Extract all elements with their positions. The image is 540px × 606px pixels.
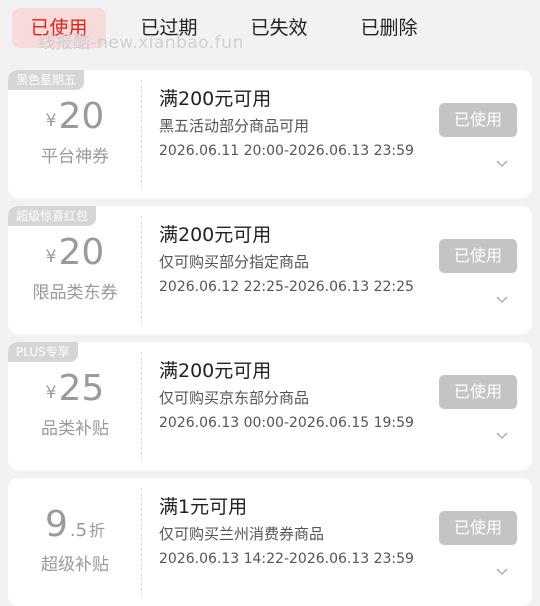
- discount-value: 9: [44, 504, 68, 545]
- used-status-button[interactable]: 已使用: [439, 103, 517, 137]
- coupon-type-label: 平台神券: [41, 147, 109, 167]
- chevron-down-icon[interactable]: [495, 428, 509, 442]
- amount-value: 20: [58, 232, 105, 273]
- discount-unit: 折: [89, 521, 106, 540]
- coupon-value-panel: ¥25 品类补贴: [8, 352, 142, 464]
- divider: [141, 80, 142, 188]
- coupon-scope: 仅可购买兰州消费券商品: [159, 525, 325, 543]
- watermark: 线报酷-new.xianbao.fun: [38, 33, 244, 53]
- coupon-scope: 仅可购买京东部分商品: [159, 389, 310, 407]
- coupon-validity: 2026.06.13 00:00-2026.06.15 19:59: [159, 415, 414, 431]
- used-status-button[interactable]: 已使用: [439, 375, 517, 409]
- amount-value: 25: [58, 368, 105, 409]
- divider: [141, 488, 142, 596]
- coupon-type-label: 限品类东券: [32, 283, 118, 303]
- coupon-scope: 黑五活动部分商品可用: [159, 117, 310, 135]
- coupon-type-label: 品类补贴: [41, 419, 109, 439]
- chevron-down-icon[interactable]: [495, 564, 509, 578]
- used-status-button[interactable]: 已使用: [439, 511, 517, 545]
- divider: [141, 352, 142, 460]
- discount-decimal: .5: [69, 520, 88, 541]
- divider: [141, 216, 142, 324]
- tab-invalid[interactable]: 已失效: [232, 8, 326, 48]
- coupon-validity: 2026.06.11 20:00-2026.06.13 23:59: [159, 143, 414, 159]
- coupon-amount: 9.5 折: [8, 504, 142, 545]
- coupon-value-panel: ¥20 限品类东券: [8, 216, 142, 328]
- tab-deleted[interactable]: 已删除: [342, 8, 436, 48]
- coupon-type-label: 超级补贴: [41, 555, 109, 575]
- coupon-card[interactable]: PLUS专享 ¥25 品类补贴 满200元可用 仅可购买京东部分商品 2026.…: [8, 342, 532, 470]
- coupon-amount: ¥25: [8, 368, 142, 409]
- coupon-amount: ¥20: [8, 232, 142, 273]
- coupon-validity: 2026.06.13 14:22-2026.06.13 23:59: [159, 551, 414, 567]
- currency-symbol: ¥: [45, 383, 57, 403]
- coupon-threshold: 满200元可用: [159, 88, 272, 110]
- coupon-threshold: 满200元可用: [159, 224, 272, 246]
- used-status-button[interactable]: 已使用: [439, 239, 517, 273]
- coupon-scope: 仅可购买部分指定商品: [159, 253, 310, 271]
- coupon-validity: 2026.06.12 22:25-2026.06.13 22:25: [159, 279, 414, 295]
- coupon-card[interactable]: 黑色星期五 ¥20 平台神券 满200元可用 黑五活动部分商品可用 2026.0…: [8, 70, 532, 198]
- coupon-threshold: 满200元可用: [159, 360, 272, 382]
- coupon-threshold: 满1元可用: [159, 496, 248, 518]
- coupon-value-panel: 9.5 折 超级补贴: [8, 488, 142, 600]
- coupon-card[interactable]: 超级惊喜红包 ¥20 限品类东券 满200元可用 仅可购买部分指定商品 2026…: [8, 206, 532, 334]
- coupon-amount: ¥20: [8, 96, 142, 137]
- coupon-value-panel: ¥20 平台神券: [8, 80, 142, 192]
- chevron-down-icon[interactable]: [495, 292, 509, 306]
- currency-symbol: ¥: [45, 111, 57, 131]
- currency-symbol: ¥: [45, 247, 57, 267]
- chevron-down-icon[interactable]: [495, 156, 509, 170]
- coupon-card[interactable]: 9.5 折 超级补贴 满1元可用 仅可购买兰州消费券商品 2026.06.13 1…: [8, 478, 532, 606]
- amount-value: 20: [58, 96, 105, 137]
